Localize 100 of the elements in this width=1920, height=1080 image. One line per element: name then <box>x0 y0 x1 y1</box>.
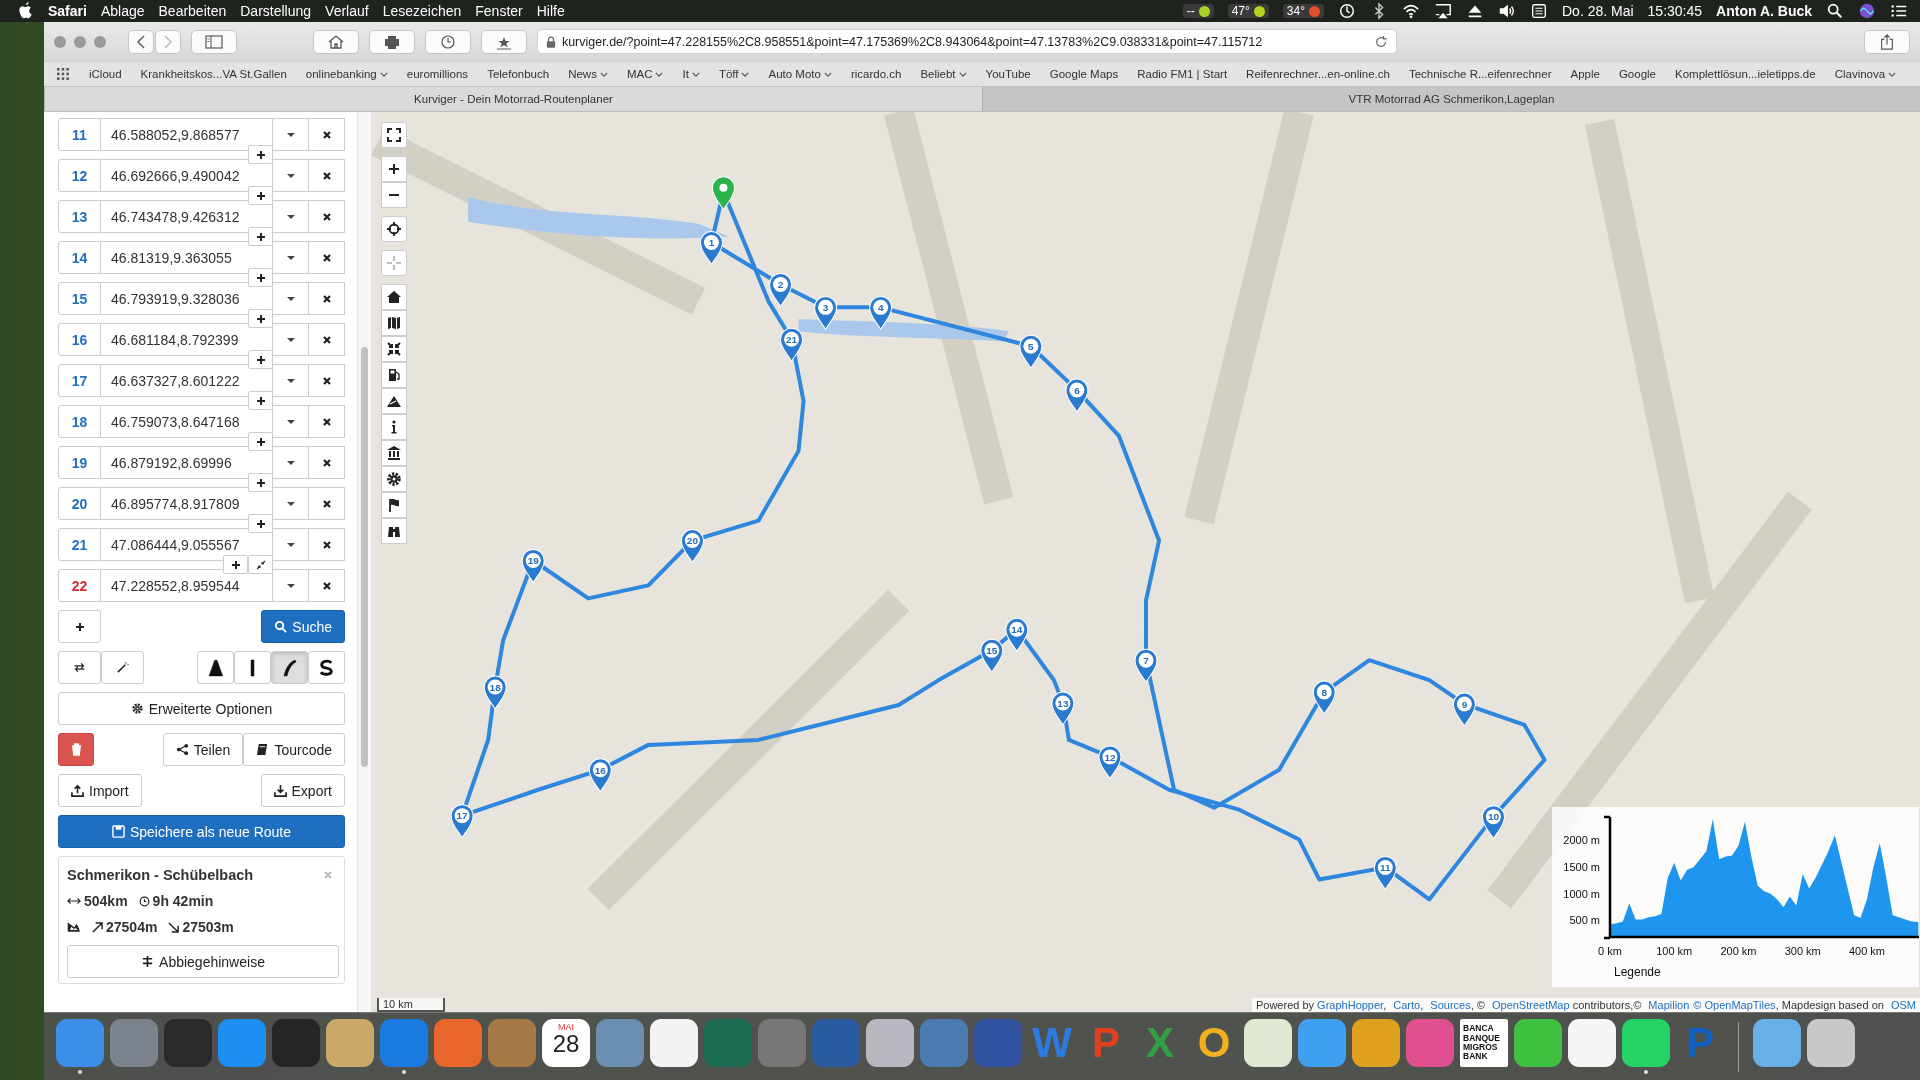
bookmark-link[interactable]: Technische R...eifenrechner <box>1408 68 1552 80</box>
insert-waypoint-button[interactable] <box>248 473 273 492</box>
bookmark-link[interactable]: It <box>682 68 700 80</box>
bookmark-link[interactable]: Töff <box>718 68 750 80</box>
waypoint-field[interactable]: 47.228552,8.959544 <box>101 569 273 602</box>
map-pin[interactable]: 21 <box>780 327 804 362</box>
remove-button[interactable] <box>309 487 345 520</box>
bookmark-link[interactable]: Auto Moto <box>768 68 832 80</box>
waypoint-field[interactable]: 46.692666,9.490042 <box>101 159 273 192</box>
map-pin[interactable]: 18 <box>483 675 507 710</box>
share-route-button[interactable]: Teilen <box>162 733 244 766</box>
waypoint-field[interactable]: 46.743478,9.426312 <box>101 200 273 233</box>
info-button[interactable] <box>381 414 407 440</box>
map-button[interactable] <box>381 310 407 336</box>
remove-button[interactable] <box>309 200 345 233</box>
waypoint-field[interactable]: 46.895774,8.917809 <box>101 487 273 520</box>
remove-button[interactable] <box>309 118 345 151</box>
sidebar-button[interactable] <box>191 29 237 54</box>
attribution-link[interactable]: OpenStreetMap <box>1491 999 1570 1011</box>
bookmark-link[interactable]: iCloud <box>89 68 122 80</box>
print-button[interactable] <box>368 29 415 54</box>
notification-list-icon[interactable] <box>1890 2 1908 20</box>
reverse-route-button[interactable] <box>58 651 101 684</box>
apple-icon[interactable] <box>18 2 34 20</box>
map-pin[interactable]: 11 <box>1373 856 1397 890</box>
menu-bar-clock[interactable]: 15:30:45 <box>1647 3 1703 19</box>
app-icon[interactable] <box>326 1019 374 1067</box>
menu-bar-date[interactable]: Do. 28. Mai <box>1562 3 1634 19</box>
compress-button[interactable] <box>381 336 407 362</box>
bank-app-icon[interactable]: BANCA BANQUE MIGROS BANK <box>1460 1019 1508 1067</box>
map-pin[interactable]: 6 <box>1065 378 1089 413</box>
insert-waypoint-button[interactable] <box>248 227 273 246</box>
advanced-options-button[interactable]: Erweiterte Optionen <box>58 692 345 725</box>
map-pin[interactable]: 10 <box>1481 805 1505 840</box>
remove-button[interactable] <box>309 241 345 274</box>
remove-button[interactable] <box>309 569 345 602</box>
insert-waypoint-button[interactable] <box>248 145 273 164</box>
grid-icon[interactable] <box>56 67 70 81</box>
map-pin[interactable]: 7 <box>1134 648 1158 683</box>
status-indicator[interactable]: 34° <box>1282 4 1324 18</box>
insert-waypoint-button[interactable] <box>223 555 248 574</box>
route-mode-button[interactable] <box>271 651 308 684</box>
app-icon[interactable] <box>1807 1019 1855 1067</box>
waypoint-field[interactable]: 46.637327,8.601222 <box>101 364 273 397</box>
bookmark-link[interactable]: Komplettlösun...ieletipps.de <box>1675 68 1816 80</box>
bookmark-link[interactable]: euromillions <box>406 68 469 80</box>
route-mode-button[interactable] <box>234 651 271 684</box>
remove-button[interactable] <box>309 528 345 561</box>
map-pin[interactable]: 14 <box>1005 617 1029 652</box>
bookmark-link[interactable]: Apple <box>1570 68 1600 80</box>
map-pin[interactable]: 15 <box>980 638 1004 673</box>
waypoint-field[interactable]: 46.793919,9.328036 <box>101 282 273 315</box>
app-icon[interactable] <box>1568 1019 1616 1067</box>
user-name[interactable]: Anton A. Buck <box>1716 3 1812 19</box>
clock-icon[interactable] <box>1338 2 1356 20</box>
menu-item[interactable]: Safari <box>48 3 87 19</box>
app-icon[interactable] <box>1514 1019 1562 1067</box>
address-field[interactable]: kurviger.de/?point=47.228155%2C8.958551&point=47.175369%2C8.943064&point=47.13783%2C9.038331&point=47.115712 <box>536 29 1397 54</box>
turn-instructions-button[interactable]: Abbiegehinweise <box>67 945 339 978</box>
search-icon[interactable] <box>1826 2 1844 20</box>
app-icon[interactable] <box>866 1019 914 1067</box>
siri-icon[interactable] <box>1858 2 1876 20</box>
bookmark-link[interactable]: News <box>568 68 608 80</box>
menu-item[interactable]: Verlauf <box>325 3 369 19</box>
bookmark-link[interactable]: Krankheitskos...VA St.Gallen <box>140 68 287 80</box>
map-pin[interactable]: 19 <box>521 549 545 583</box>
waypoint-field[interactable]: 46.81319,9.363055 <box>101 241 273 274</box>
remove-button[interactable] <box>309 323 345 356</box>
collapse-button[interactable] <box>248 555 273 574</box>
fuel-button[interactable] <box>381 362 407 388</box>
map-pin[interactable]: 17 <box>450 804 474 839</box>
attribution-link[interactable]: GraphHopper <box>1317 999 1384 1011</box>
menu-item[interactable]: Ablage <box>100 3 145 19</box>
wifi-icon[interactable] <box>1402 2 1420 20</box>
back-button[interactable] <box>128 29 154 54</box>
import-button[interactable]: Import <box>58 774 142 807</box>
status-indicator[interactable]: -- <box>1182 4 1214 18</box>
bookmark-link[interactable]: YouTube <box>985 68 1031 80</box>
museum-button[interactable] <box>381 440 407 466</box>
bookmark-link[interactable]: onlinebanking <box>305 68 388 80</box>
map-pin[interactable]: 9 <box>1452 692 1476 727</box>
menu-item[interactable]: Lesezeichen <box>382 3 462 19</box>
chart-legend[interactable]: Legende <box>1614 965 1661 979</box>
map-pin[interactable]: 8 <box>1312 680 1336 715</box>
settings-button[interactable] <box>381 466 407 492</box>
waypoint-field[interactable]: 47.086444,9.055567 <box>101 528 273 561</box>
reload-icon[interactable] <box>1373 34 1388 49</box>
bookmark-link[interactable]: Beliebt <box>920 68 967 80</box>
flag-button[interactable] <box>381 492 407 518</box>
app-icon[interactable] <box>1622 1019 1670 1067</box>
letter-app-icon[interactable]: O <box>1190 1019 1238 1067</box>
mountain-button[interactable] <box>381 388 407 414</box>
map-pin[interactable]: 12 <box>1098 745 1122 780</box>
zoom-in-button[interactable] <box>381 156 407 182</box>
insert-waypoint-button[interactable] <box>248 309 273 328</box>
start-marker-icon[interactable] <box>711 176 735 211</box>
waypoint-field[interactable]: 46.588052,9.868577 <box>101 118 273 151</box>
search-button[interactable]: Suche <box>261 610 345 643</box>
attribution-link[interactable]: OSM <box>1890 999 1916 1011</box>
map-pin[interactable]: 1 <box>699 231 723 265</box>
